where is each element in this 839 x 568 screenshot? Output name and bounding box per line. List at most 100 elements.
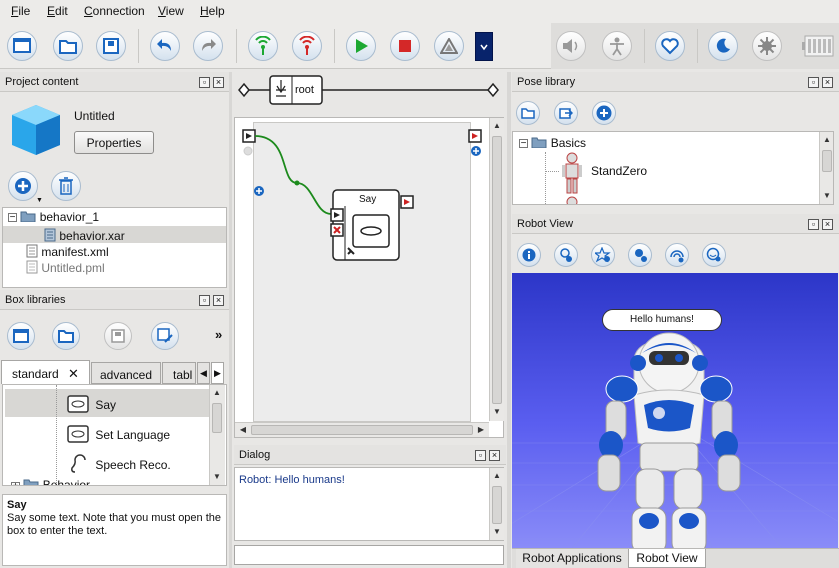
right-splitter[interactable] xyxy=(507,72,511,568)
stop-icon[interactable] xyxy=(390,31,420,61)
float-panel-button[interactable]: ▫ xyxy=(475,450,486,461)
breadcrumb: root xyxy=(232,72,510,114)
new-file-icon[interactable] xyxy=(7,31,37,61)
volume-icon[interactable] xyxy=(556,31,586,61)
tab-label: standard xyxy=(12,367,59,381)
close-panel-button[interactable]: × xyxy=(213,295,224,306)
tree-item-untitled-pml[interactable]: Untitled.pml xyxy=(26,260,105,276)
tree-item-behavior-xar[interactable]: behavior.xar xyxy=(44,228,125,244)
open-folder-icon[interactable] xyxy=(53,31,83,61)
tree-item-label: behavior_1 xyxy=(39,210,100,224)
add-pose-icon[interactable] xyxy=(592,101,616,125)
tree-item-behavior-1[interactable]: − behavior_1 xyxy=(8,210,99,226)
root-label[interactable]: root xyxy=(295,84,314,96)
tab-label: Robot Applications xyxy=(522,551,622,565)
sleep-icon[interactable] xyxy=(708,31,738,61)
box-title-say[interactable]: Say xyxy=(359,194,376,205)
pose-folder-basics[interactable]: − Basics xyxy=(519,136,586,152)
joints-view-icon[interactable] xyxy=(628,243,652,267)
box-description: Say Say some text. Note that you must op… xyxy=(2,494,227,566)
close-panel-button[interactable]: × xyxy=(822,77,833,88)
float-panel-button[interactable]: ▫ xyxy=(808,219,819,230)
more-tools-button[interactable]: » xyxy=(215,327,222,342)
disconnect-icon[interactable] xyxy=(292,31,322,61)
camera-view-icon[interactable] xyxy=(554,243,578,267)
save-library-icon[interactable] xyxy=(104,322,132,350)
float-panel-button[interactable]: ▫ xyxy=(199,77,210,88)
robot-3d-view[interactable]: Hello humans! xyxy=(512,273,838,548)
trash-icon[interactable] xyxy=(51,171,81,201)
project-name: Untitled xyxy=(74,109,115,123)
add-dropdown-icon[interactable]: ▼ xyxy=(36,197,43,204)
open-pose-icon[interactable] xyxy=(516,101,540,125)
save-icon[interactable] xyxy=(96,31,126,61)
stiffness-icon[interactable] xyxy=(602,31,632,61)
float-panel-button[interactable]: ▫ xyxy=(199,295,210,306)
left-splitter[interactable] xyxy=(229,72,232,568)
sensor-view-icon[interactable] xyxy=(591,243,615,267)
project-cube-icon xyxy=(8,101,64,157)
tab-advanced[interactable]: advanced xyxy=(91,362,161,384)
undo-icon[interactable] xyxy=(150,31,180,61)
tree-item-manifest[interactable]: manifest.xml xyxy=(26,244,109,260)
debug-icon[interactable] xyxy=(434,31,464,61)
box-libraries-title: Box libraries xyxy=(0,290,229,310)
tab-scroll-left[interactable]: ◀ xyxy=(197,362,210,384)
float-panel-button[interactable]: ▫ xyxy=(808,77,819,88)
pose-item-standzero[interactable]: StandZero xyxy=(591,164,647,180)
connect-icon[interactable] xyxy=(248,31,278,61)
sonar-view-icon[interactable] xyxy=(665,243,689,267)
project-tree: − behavior_1 behavior.xar manifest.xml U… xyxy=(2,207,227,288)
speech-bubble: Hello humans! xyxy=(602,309,722,331)
close-panel-button[interactable]: × xyxy=(213,77,224,88)
info-icon[interactable] xyxy=(517,243,541,267)
redo-icon[interactable] xyxy=(193,31,223,61)
flow-diagram[interactable]: Say ▲ ▼ ◀ ▶ xyxy=(234,117,504,438)
box-item-label: Speech Reco. xyxy=(95,458,171,472)
dialog-scrollbar[interactable]: ▲ ▼ xyxy=(489,468,504,540)
tree-item-label: behavior.xar xyxy=(59,229,125,243)
diagram-vscrollbar[interactable]: ▲ ▼ xyxy=(489,118,504,421)
box-item-behavior[interactable]: + Behavior xyxy=(11,478,90,485)
tab-robot-applications[interactable]: Robot Applications xyxy=(516,549,628,568)
tab-scroll-right[interactable]: ▶ xyxy=(211,362,224,384)
export-pose-icon[interactable] xyxy=(554,101,578,125)
pose-library-title: Pose library xyxy=(512,72,839,92)
box-list-scrollbar[interactable]: ▲ ▼ xyxy=(209,385,225,485)
panel-title-text: Robot View xyxy=(517,218,574,230)
project-content-title: Project content xyxy=(0,72,229,92)
menu-connection[interactable]: Connection xyxy=(84,4,145,18)
pose-scrollbar[interactable]: ▲ ▼ xyxy=(819,132,833,204)
add-icon[interactable] xyxy=(8,171,38,201)
tree-item-label: Basics xyxy=(550,136,587,150)
menu-help[interactable]: Help xyxy=(200,4,225,18)
close-panel-button[interactable]: × xyxy=(822,219,833,230)
close-panel-button[interactable]: × xyxy=(489,450,500,461)
bottom-tab-bar: Robot Applications Robot View xyxy=(512,548,839,568)
edit-library-icon[interactable] xyxy=(151,322,179,350)
new-library-icon[interactable] xyxy=(7,322,35,350)
panel-title-text: Box libraries xyxy=(5,294,66,306)
settings-icon[interactable] xyxy=(752,31,782,61)
dialog-log: Robot: Hello humans! ▲ ▼ xyxy=(234,467,504,541)
menu-bar: File Edit Connection View Help xyxy=(0,0,839,23)
box-item-say[interactable]: Say xyxy=(67,394,116,414)
properties-button[interactable]: Properties xyxy=(74,131,154,154)
play-icon[interactable] xyxy=(346,31,376,61)
tab-standard[interactable]: standard ✕ xyxy=(1,360,90,384)
box-item-set-language[interactable]: Set Language xyxy=(67,424,170,444)
menu-view[interactable]: View xyxy=(158,4,184,18)
open-library-icon[interactable] xyxy=(52,322,80,350)
box-item-speech-reco[interactable]: Speech Reco. xyxy=(67,454,171,474)
menu-edit[interactable]: Edit xyxy=(47,4,68,18)
face-view-icon[interactable] xyxy=(702,243,726,267)
description-title: Say xyxy=(7,499,27,511)
heart-icon[interactable] xyxy=(655,31,685,61)
diagram-hscrollbar[interactable]: ◀ ▶ xyxy=(235,422,489,437)
close-tab-icon[interactable]: ✕ xyxy=(68,366,79,381)
tab-tables[interactable]: tabl xyxy=(162,362,196,384)
dialog-input[interactable] xyxy=(234,545,504,565)
menu-file[interactable]: File xyxy=(11,4,30,18)
robot-pose-thumbnail xyxy=(560,152,584,204)
tab-robot-view[interactable]: Robot View xyxy=(628,549,706,568)
